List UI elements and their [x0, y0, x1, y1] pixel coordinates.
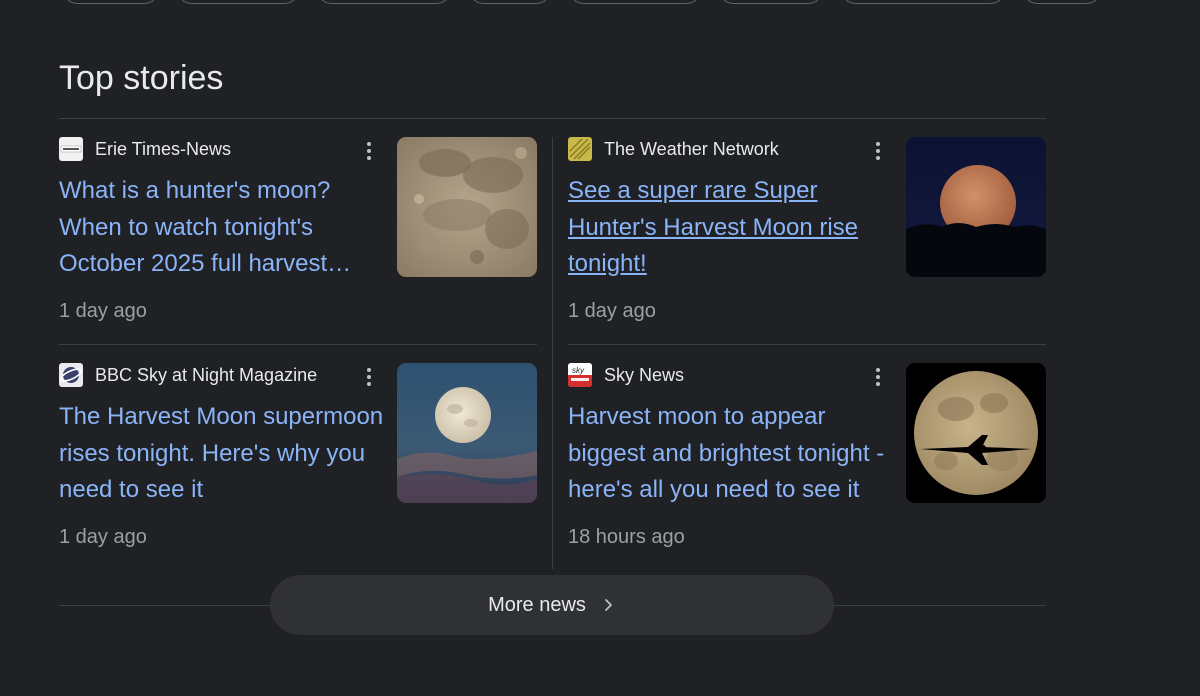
filter-chip[interactable] — [316, 0, 452, 4]
more-options-icon[interactable] — [866, 365, 890, 389]
source-name: The Weather Network — [604, 139, 779, 159]
filter-chip[interactable] — [718, 0, 824, 4]
source-name: BBC Sky at Night Magazine — [95, 365, 318, 385]
moon-in-cloudy-sky-thumbnail[interactable] — [397, 363, 537, 503]
filter-chip[interactable] — [840, 0, 1006, 4]
story-source: Erie Times-News — [59, 137, 231, 161]
section-divider — [59, 118, 1046, 119]
more-options-icon[interactable] — [357, 365, 381, 389]
full-moon-closeup-thumbnail[interactable] — [397, 137, 537, 277]
row-divider-left — [59, 344, 537, 345]
more-news-button[interactable]: More news — [270, 575, 834, 635]
airplane-silhouette-moon-thumbnail[interactable] — [906, 363, 1046, 503]
story-card[interactable]: Erie Times-News What is a hunter's moon?… — [59, 137, 539, 343]
story-headline[interactable]: What is a hunter's moon? When to watch t… — [59, 173, 389, 283]
weather-network-logo-icon — [568, 137, 592, 161]
filter-chip[interactable] — [176, 0, 300, 4]
orange-moon-rising-thumbnail[interactable] — [906, 137, 1046, 277]
more-news-label: More news — [488, 593, 586, 616]
story-time: 1 day ago — [59, 526, 147, 548]
story-card[interactable]: BBC Sky at Night Magazine The Harvest Mo… — [59, 363, 539, 569]
story-source: BBC Sky at Night Magazine — [59, 363, 317, 387]
more-options-icon[interactable] — [866, 139, 890, 163]
story-card[interactable]: sky Sky News Harvest moon to appear bigg… — [568, 363, 1048, 569]
filter-chip[interactable] — [568, 0, 702, 4]
erie-times-news-logo-icon — [59, 137, 83, 161]
source-name: Sky News — [604, 365, 685, 385]
filter-chip[interactable] — [62, 0, 160, 4]
top-stories-page: Top stories Erie Times-News What is a hu… — [0, 0, 1200, 696]
row-divider-right — [568, 344, 1046, 345]
story-source: The Weather Network — [568, 137, 779, 161]
story-time: 18 hours ago — [568, 526, 685, 548]
story-headline[interactable]: See a super rare Super Hunter's Harvest … — [568, 173, 898, 283]
bbc-sky-at-night-logo-icon — [59, 363, 83, 387]
more-options-icon[interactable] — [357, 139, 381, 163]
story-card[interactable]: The Weather Network See a super rare Sup… — [568, 137, 1048, 343]
column-divider — [552, 137, 553, 569]
sky-news-logo-icon: sky — [568, 363, 592, 387]
filter-chip[interactable] — [1022, 0, 1102, 4]
story-time: 1 day ago — [568, 300, 656, 322]
chevron-right-icon — [602, 598, 616, 612]
filter-chip[interactable] — [468, 0, 552, 4]
more-news-line-left — [59, 605, 273, 606]
story-source: sky Sky News — [568, 363, 684, 387]
source-name: Erie Times-News — [95, 139, 232, 159]
story-time: 1 day ago — [59, 300, 147, 322]
svg-text:sky: sky — [572, 366, 585, 375]
story-headline[interactable]: The Harvest Moon supermoon rises tonight… — [59, 399, 389, 509]
section-title: Top stories — [59, 59, 224, 97]
story-headline[interactable]: Harvest moon to appear biggest and brigh… — [568, 399, 898, 509]
more-news-line-right — [832, 605, 1046, 606]
